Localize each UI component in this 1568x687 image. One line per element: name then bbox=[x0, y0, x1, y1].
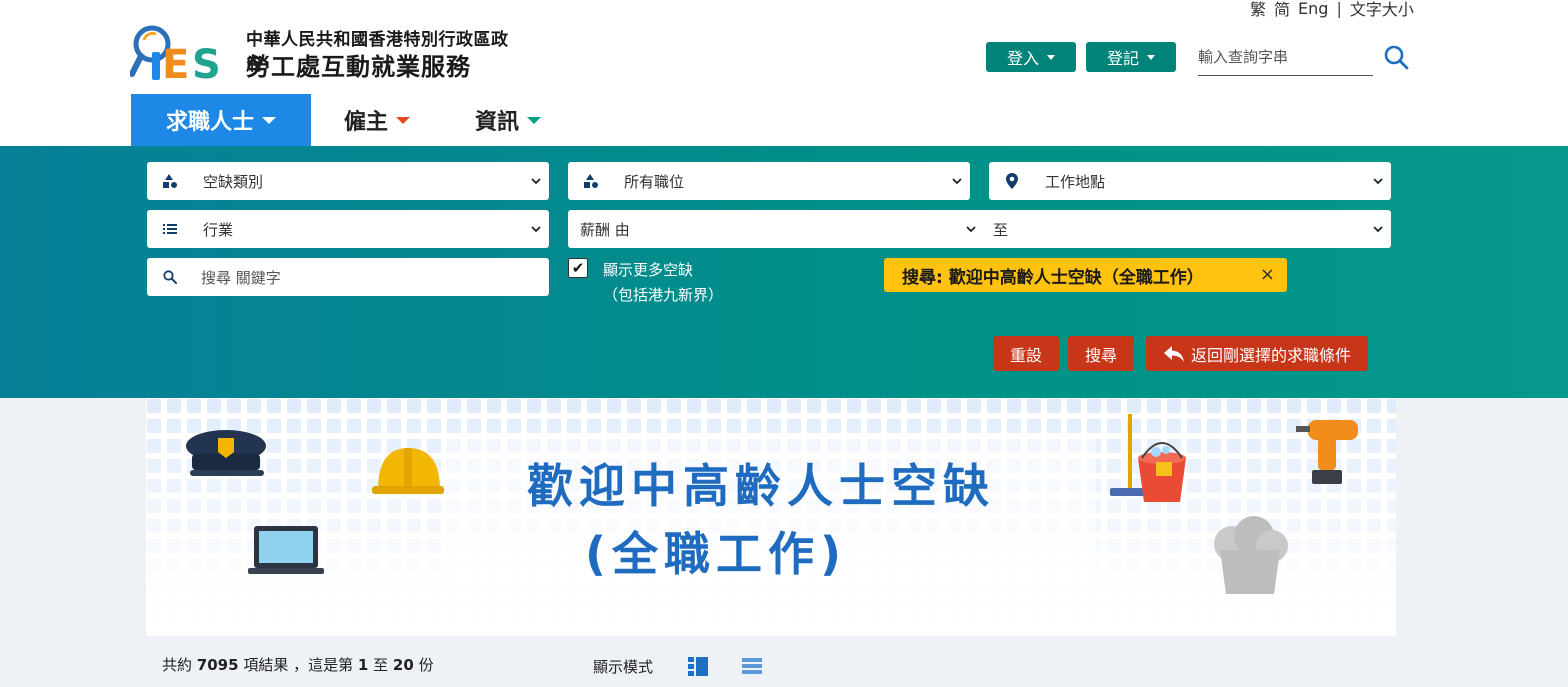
nav-job-seekers-label: 求職人士 bbox=[165, 110, 254, 135]
banner-subtitle: (全職工作) bbox=[584, 527, 848, 581]
results-summary: 共約 7095 項結果 ，這是第 1 至 20 份 bbox=[162, 654, 434, 675]
caret-down-icon bbox=[396, 116, 410, 124]
keyword-field[interactable]: 搜尋 關鍵字 bbox=[147, 258, 549, 296]
list-view-icon[interactable] bbox=[741, 655, 763, 677]
job-search-panel: 空缺類別 所有職位 工作地點 行業 薪酬 由 至 搜尋 關鍵字 ✔ 顯示更多空缺… bbox=[0, 146, 1568, 398]
salary-from-value: 薪酬 由 bbox=[580, 220, 630, 239]
search-icon[interactable] bbox=[1383, 44, 1409, 70]
promo-banner: 歡迎中高齡人士空缺 (全職工作) bbox=[146, 398, 1396, 636]
svg-text:E: E bbox=[162, 42, 189, 88]
logo-department-text: 勞工處互動就業服務 bbox=[246, 53, 471, 81]
more-vacancies-sublabel: （包括港九新界） bbox=[603, 286, 724, 304]
nav-information-label: 資訊 bbox=[474, 110, 519, 135]
nav-employers-label: 僱主 bbox=[343, 110, 388, 135]
ies-logo-icon: E S bbox=[130, 25, 221, 88]
caret-down-icon bbox=[527, 116, 541, 124]
work-location-select[interactable]: 工作地點 bbox=[989, 162, 1391, 200]
position-value: 所有職位 bbox=[624, 172, 685, 191]
lang-simplified-link[interactable]: 简 bbox=[1274, 0, 1290, 20]
work-location-value: 工作地點 bbox=[1045, 172, 1106, 191]
lang-separator: | bbox=[1336, 0, 1342, 18]
chevron-down-icon bbox=[966, 226, 976, 233]
position-select[interactable]: 所有職位 bbox=[568, 162, 970, 200]
close-icon[interactable]: × bbox=[1260, 264, 1275, 285]
card-view-icon[interactable] bbox=[687, 655, 709, 677]
login-label: 登入 bbox=[1006, 49, 1039, 68]
results-to-word: 至 bbox=[373, 656, 389, 674]
reply-arrow-icon bbox=[1163, 345, 1184, 362]
results-from: 1 bbox=[357, 656, 369, 674]
register-label: 登記 bbox=[1106, 49, 1139, 68]
banner-title: 歡迎中高齡人士空缺 bbox=[527, 459, 995, 513]
chevron-down-icon bbox=[952, 178, 962, 185]
lang-traditional-link[interactable]: 繁 bbox=[1250, 0, 1266, 20]
chevron-down-icon bbox=[1047, 54, 1055, 60]
active-search-tag-text: 搜尋: 歡迎中高齡人士空缺（全職工作） bbox=[902, 267, 1204, 288]
language-bar: 繁 简 Eng | 文字大小 bbox=[1250, 0, 1414, 20]
chevron-down-icon bbox=[531, 178, 541, 185]
salary-from-select[interactable]: 薪酬 由 bbox=[568, 210, 984, 248]
chevron-down-icon bbox=[531, 226, 541, 233]
banner-illustration bbox=[146, 398, 1396, 636]
register-button[interactable]: 登記 bbox=[1086, 42, 1176, 72]
list-icon bbox=[159, 218, 181, 240]
font-size-link[interactable]: 文字大小 bbox=[1350, 0, 1414, 20]
svg-text:S: S bbox=[192, 42, 221, 88]
keyword-input[interactable]: 搜尋 關鍵字 bbox=[201, 267, 549, 288]
reset-label: 重設 bbox=[1009, 345, 1042, 365]
results-middle: 項結果 ，這是第 bbox=[243, 656, 354, 674]
active-search-tag: 搜尋: 歡迎中高齡人士空缺（全職工作） × bbox=[884, 258, 1287, 292]
nav-job-seekers[interactable]: 求職人士 bbox=[131, 94, 311, 146]
more-vacancies-label: 顯示更多空缺 bbox=[603, 261, 694, 279]
back-to-criteria-button[interactable]: 返回剛選擇的求職條件 bbox=[1146, 336, 1368, 371]
shapes-icon bbox=[159, 170, 181, 192]
industry-select[interactable]: 行業 bbox=[147, 210, 549, 248]
back-to-criteria-label: 返回剛選擇的求職條件 bbox=[1190, 345, 1351, 365]
salary-to-value: 至 bbox=[993, 220, 1009, 239]
main-nav: 求職人士 僱主 資訊 bbox=[131, 94, 573, 146]
search-button[interactable]: 搜尋 bbox=[1068, 336, 1134, 371]
nav-employers[interactable]: 僱主 bbox=[311, 94, 443, 146]
shapes-icon bbox=[580, 170, 602, 192]
vacancy-type-value: 空缺類別 bbox=[203, 172, 264, 191]
results-prefix: 共約 bbox=[162, 656, 193, 674]
more-vacancies-checkbox[interactable]: ✔ bbox=[568, 258, 588, 278]
caret-down-icon bbox=[262, 116, 276, 124]
site-search-field bbox=[1198, 40, 1373, 76]
reset-button[interactable]: 重設 bbox=[993, 336, 1059, 371]
view-mode-label: 顯示模式 bbox=[593, 658, 654, 676]
site-logo[interactable]: E S 中華人民共和國香港特別行政區政府 勞工處互動就業服務 bbox=[130, 22, 510, 88]
site-header: 繁 简 Eng | 文字大小 E S 中華人民共和國香港特別行政區政府 勞工處互… bbox=[0, 0, 1568, 146]
chevron-down-icon bbox=[1373, 178, 1383, 185]
chevron-down-icon bbox=[1373, 226, 1383, 233]
site-search-input[interactable] bbox=[1198, 40, 1373, 74]
industry-value: 行業 bbox=[203, 220, 234, 239]
login-button[interactable]: 登入 bbox=[986, 42, 1076, 72]
salary-to-select[interactable]: 至 bbox=[984, 210, 1391, 248]
vacancy-type-select[interactable]: 空缺類別 bbox=[147, 162, 549, 200]
checkmark-icon: ✔ bbox=[571, 259, 585, 277]
chevron-down-icon bbox=[1147, 54, 1155, 60]
map-pin-icon bbox=[1001, 170, 1023, 192]
nav-information[interactable]: 資訊 bbox=[443, 94, 573, 146]
results-total: 7095 bbox=[196, 656, 239, 674]
lang-english-link[interactable]: Eng bbox=[1298, 0, 1328, 18]
results-suffix: 份 bbox=[418, 656, 434, 674]
search-label: 搜尋 bbox=[1084, 345, 1117, 365]
search-icon bbox=[159, 266, 181, 288]
results-to: 20 bbox=[392, 656, 414, 674]
